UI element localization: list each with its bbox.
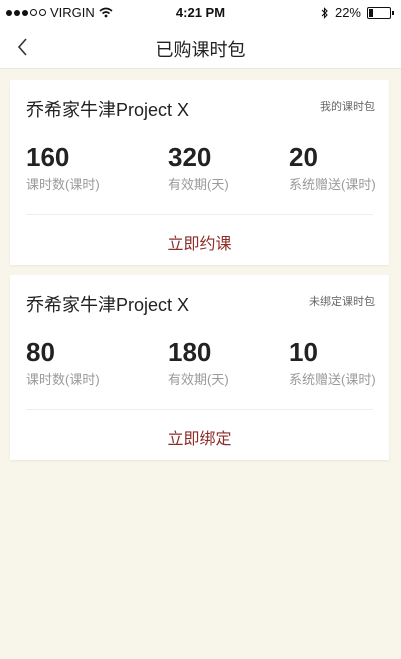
battery-percent: 22%	[334, 5, 361, 20]
stat-label: 系统赠送(课时)	[289, 177, 376, 192]
stat-label: 课时数(课时)	[26, 372, 100, 387]
stat-validity: 320 有效期(天)	[168, 142, 229, 193]
package-card-unbound: 乔希家牛津Project X 未绑定课时包 80 课时数(课时) 180 有效期…	[10, 275, 389, 460]
stat-value: 180	[168, 337, 212, 367]
card-tag: 未绑定课时包	[309, 296, 375, 308]
status-bar: VIRGIN 4:21 PM 22%	[0, 0, 401, 24]
stat-label: 系统赠送(课时)	[289, 372, 376, 387]
card-divider	[26, 214, 373, 215]
stat-value: 160	[26, 142, 70, 172]
stat-value: 320	[168, 142, 212, 172]
card-divider	[26, 409, 373, 410]
stat-value: 80	[26, 337, 55, 367]
stat-lessons: 80 课时数(课时)	[26, 337, 100, 388]
battery-tip	[392, 10, 394, 15]
stat-label: 有效期(天)	[168, 372, 229, 387]
bind-package-button[interactable]: 立即绑定	[10, 425, 389, 449]
battery-fill	[369, 8, 373, 17]
stat-bonus: 20 系统赠送(课时)	[289, 142, 376, 193]
page-title: 已购课时包	[155, 40, 246, 60]
battery-icon	[367, 6, 394, 19]
card-title: 乔希家牛津Project X	[26, 295, 190, 315]
stat-label: 有效期(天)	[168, 177, 229, 192]
stat-label: 课时数(课时)	[26, 177, 100, 192]
bluetooth-icon	[321, 6, 328, 19]
stat-value: 20	[289, 142, 318, 172]
nav-bar: 已购课时包	[0, 24, 401, 69]
stat-value: 10	[289, 337, 318, 367]
package-card-my: 乔希家牛津Project X 我的课时包 160 课时数(课时) 320 有效期…	[10, 80, 389, 265]
status-bar-right: 22%	[321, 5, 394, 20]
stat-lessons: 160 课时数(课时)	[26, 142, 100, 193]
stat-bonus: 10 系统赠送(课时)	[289, 337, 376, 388]
card-tag: 我的课时包	[320, 101, 375, 113]
stat-validity: 180 有效期(天)	[168, 337, 229, 388]
book-lesson-button[interactable]: 立即约课	[10, 230, 389, 254]
card-title: 乔希家牛津Project X	[26, 100, 190, 120]
